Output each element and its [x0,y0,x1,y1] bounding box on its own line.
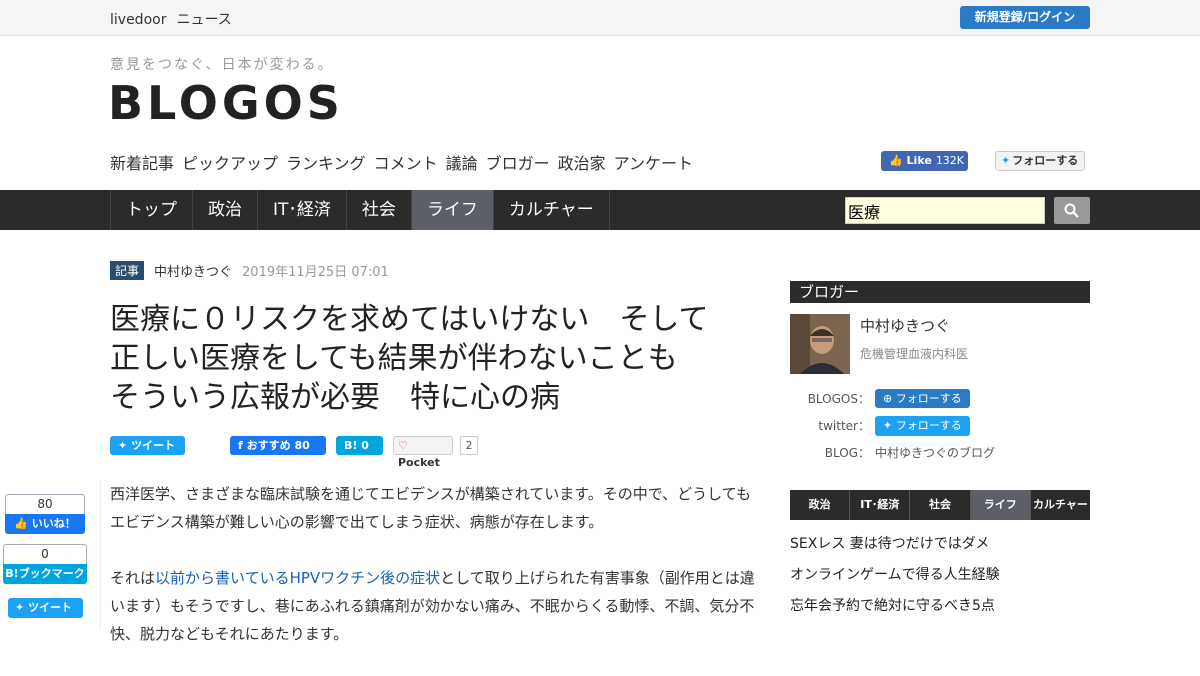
sidebar-blogger-heading: ブロガー [790,281,1090,303]
title-line-2: 正しい医療をしても結果が伴わないことも [110,341,678,376]
divider [100,480,101,630]
blog-key: BLOG： [824,446,870,460]
subnav-bloggers[interactable]: ブロガー [486,150,550,174]
tweet-share-button[interactable]: ✦ ツイート [110,436,185,455]
subnav-politicians[interactable]: 政治家 [558,150,606,174]
blogger-avatar[interactable] [790,314,850,374]
floating-tweet-button[interactable]: ✦ ツイート [8,598,83,618]
sidebar-tab-society[interactable]: 社会 [910,490,971,520]
list-item[interactable]: オンラインゲームで得る人生経験 [790,561,1090,592]
subnav-ranking[interactable]: ランキング [286,150,366,174]
sidebar-tab-culture[interactable]: カルチャー [1031,490,1090,520]
plus-icon: ⊕ [883,392,893,405]
pocket-icon: ♡ [398,439,408,452]
sidebar-category-tabs: 政治 IT･経済 社会 ライフ カルチャー [790,490,1090,520]
subnav-pickup[interactable]: ピックアップ [182,150,278,174]
floating-tweet-label: ツイート [28,601,73,614]
paragraph-1: 西洋医学、さまざまな臨床試験を通じてエビデンスが構築されています。その中で、どう… [110,485,751,531]
floating-hatena-bookmark[interactable]: 0 B!ブックマーク [3,544,87,584]
floating-fb-label: 👍 いいね！ [5,514,85,534]
site-logo[interactable]: BLOGOS [108,76,344,130]
floating-fb-label-text: いいね！ [31,517,76,530]
tweet-label: ツイート [131,439,176,452]
brand-livedoor: livedoor [110,12,167,28]
site-tagline: 意見をつなぐ、日本が変わる。 [110,57,334,73]
subnav-debate[interactable]: 議論 [446,150,478,174]
blogos-follow-button[interactable]: ⊕ フォローする [875,389,970,408]
category-top[interactable]: トップ [110,190,192,230]
blogger-name[interactable]: 中村ゆきつぐ [860,315,950,336]
category-tabs: トップ 政治 IT･経済 社会 ライフ カルチャー [110,190,610,230]
category-culture[interactable]: カルチャー [492,190,610,230]
category-life[interactable]: ライフ [410,190,493,230]
twitter-bird-icon: ✦ [118,439,128,452]
pocket-label: Pocket [398,456,440,469]
article-title: 医療に０リスクを求めてはいけない そして 正しい医療をしても結果が伴わないことも… [110,300,760,417]
floating-hb-label: B!ブックマーク [3,564,87,584]
category-it-economy[interactable]: IT･経済 [257,190,346,230]
article-date: 2019年11月25日 07:01 [242,265,389,280]
pocket-count: 2 [460,436,478,455]
floating-fb-count: 80 [37,497,53,511]
sub-navigation: 新着記事 ピックアップ ランキング コメント 議論 ブロガー 政治家 アンケート [110,150,701,174]
sidebar-tab-it-economy[interactable]: IT･経済 [850,490,911,520]
twitter-follow-button[interactable]: ✦ フォローする [995,151,1085,171]
title-line-1: 医療に０リスクを求めてはいけない そして [110,302,709,337]
twitter-bird-icon: ✦ [883,419,893,432]
subnav-comment[interactable]: コメント [374,150,438,174]
hatena-bookmark-button[interactable]: B! 0 [336,436,383,455]
search-input[interactable] [845,197,1045,224]
article-author[interactable]: 中村ゆきつぐ [154,261,232,280]
twitter-bird-icon: ✦ [15,601,25,614]
paragraph-2: それは以前から書いているHPVワクチン後の症状として取り上げられた有害事象（副作… [110,564,755,648]
title-line-3: そういう広報が必要 特に心の病 [110,380,560,415]
register-login-button[interactable]: 新規登録/ログイン [960,6,1090,29]
sidebar-tab-politics[interactable]: 政治 [790,490,851,520]
article-type-badge: 記事 [110,261,145,280]
avatar-image [790,314,850,374]
search-icon [1064,203,1079,218]
blogos-key: BLOGOS： [807,392,870,406]
subnav-new-articles[interactable]: 新着記事 [110,150,174,174]
list-item[interactable]: SEXレス 妻は待つだけではダメ [790,530,1090,561]
blogger-role: 危機管理血液内科医 [860,347,969,361]
pocket-button[interactable]: ♡ Pocket [393,436,453,469]
facebook-icon: f [238,439,243,452]
subnav-survey[interactable]: アンケート [614,150,693,174]
blog-link[interactable]: 中村ゆきつぐのブログ [875,444,995,461]
thumbs-up-icon: 👍 [14,517,28,530]
livedoor-news-link[interactable]: livedoor ニュース [110,9,242,29]
thumbs-up-icon: 👍 [889,154,903,167]
twitter-follow-sidebar-label: フォローする [895,419,962,432]
hpv-article-link[interactable]: 以前から書いているHPVワクチン後の症状 [155,569,440,587]
sidebar-article-list: SEXレス 妻は待つだけではダメ オンラインゲームで得る人生経験 忘年会予約で絶… [790,530,1090,623]
twitter-follow-sidebar-button[interactable]: ✦ フォローする [875,416,970,436]
fb-recommend-label: おすすめ 80 [246,439,310,452]
list-item[interactable]: 忘年会予約で絶対に守るべき5点 [790,592,1090,623]
brand-news: ニュース [176,12,232,28]
article-body: 西洋医学、さまざまな臨床試験を通じてエビデンスが構築されています。その中で、どう… [110,480,755,676]
article-meta: 記事 中村ゆきつぐ 2019年11月25日 07:01 [110,261,389,280]
fb-like-count: 132K [935,154,965,167]
category-society[interactable]: 社会 [345,190,411,230]
tw-follow-label: フォローする [1012,154,1079,167]
sidebar-tab-life[interactable]: ライフ [970,490,1031,520]
facebook-recommend-button[interactable]: f おすすめ 80 [230,436,326,455]
search-button[interactable] [1054,197,1090,224]
twitter-bird-icon: ✦ [1001,154,1011,167]
category-politics[interactable]: 政治 [192,190,257,230]
fb-like-label: Like [906,154,932,167]
blogos-follow-label: フォローする [895,392,962,405]
para2-pre: それは [110,569,156,587]
floating-facebook-like[interactable]: 80 👍 いいね！ [5,494,85,534]
twitter-key: twitter： [818,419,870,433]
top-bar: livedoor ニュース 新規登録/ログイン [0,0,1200,36]
facebook-like-button[interactable]: 👍 Like 132K [881,151,968,171]
floating-hb-count: 0 [41,547,49,561]
